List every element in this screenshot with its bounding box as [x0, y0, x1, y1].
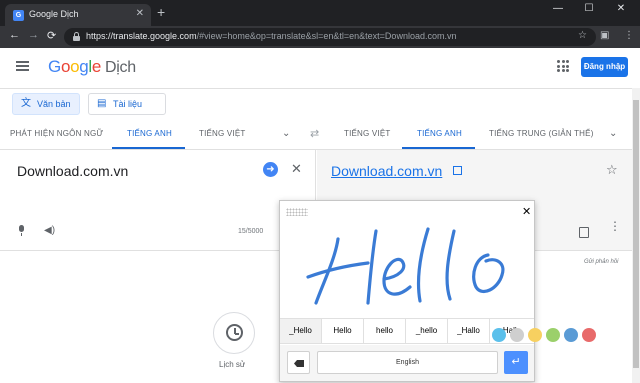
close-handwriting-icon[interactable]: ✕ [522, 205, 531, 218]
target-lang-chinese[interactable]: TIẾNG TRUNG (GIẢN THỂ) [489, 129, 594, 138]
reload-icon[interactable]: ⟳ [47, 29, 56, 42]
google-translate-logo[interactable]: Google Dịch [48, 57, 136, 77]
history-icon [226, 324, 243, 341]
character-counter: 15/5000 [238, 228, 264, 235]
maximize-icon[interactable]: ☐ [577, 3, 601, 14]
watermark-dot [510, 328, 524, 342]
source-lang-vietnamese[interactable]: TIẾNG VIỆT [199, 129, 245, 138]
history-button[interactable] [213, 312, 255, 354]
enter-icon[interactable]: ↵ [504, 351, 528, 374]
clear-source-icon[interactable]: ✕ [291, 161, 302, 177]
watermark-dot [492, 328, 506, 342]
send-feedback-link[interactable]: Gửi phản hồi [584, 259, 619, 265]
documents-mode-button[interactable]: ▤ Tài liệu [88, 93, 166, 115]
copy-translation-icon[interactable] [579, 227, 589, 238]
browser-toolbar: ← → ⟳ https://translate.google.com/#view… [0, 26, 640, 48]
source-text-input[interactable]: Download.com.vn [17, 163, 128, 179]
translate-arrow-icon[interactable]: ➜ [263, 162, 278, 177]
translation-output[interactable]: Download.com.vn [331, 163, 442, 179]
suggestion-item[interactable]: Hello [322, 319, 364, 343]
watermark-dot [564, 328, 578, 342]
watermark-dot [546, 328, 560, 342]
text-mode-label: Văn bản [37, 99, 71, 109]
open-link-icon[interactable] [453, 166, 462, 175]
target-lang-dropdown-chevron-icon[interactable]: ⌄ [609, 128, 617, 139]
target-lang-vietnamese[interactable]: TIẾNG VIỆT [344, 129, 390, 138]
header-divider [0, 88, 632, 89]
close-window-icon[interactable]: ✕ [609, 3, 633, 14]
more-options-icon[interactable]: ⋮ [609, 220, 621, 232]
microphone-icon[interactable] [17, 225, 25, 237]
listen-speaker-icon[interactable]: ◀) [44, 225, 55, 236]
source-text-panel: Download.com.vn ➜ ✕ ◀) 15/5000 [0, 150, 316, 250]
page-scrollbar-thumb[interactable] [633, 100, 639, 368]
drag-handle-icon[interactable] [286, 208, 308, 216]
extension-icon[interactable]: ▣ [600, 30, 609, 41]
text-mode-button[interactable]: 文 Văn bản [12, 93, 80, 115]
documents-mode-label: Tài liệu [113, 99, 143, 109]
document-icon: ▤ [97, 98, 107, 109]
minimize-icon[interactable]: — [546, 3, 570, 14]
watermark-dot [582, 328, 596, 342]
address-bar[interactable]: https://translate.google.com/#view=home&… [64, 28, 596, 46]
browser-menu-icon[interactable]: ⋮ [624, 30, 634, 41]
history-label: Lịch sử [219, 360, 246, 369]
hamburger-menu-icon[interactable] [16, 61, 29, 71]
target-lang-english[interactable]: TIẾNG ANH [417, 129, 462, 138]
tab-title: Google Dịch [29, 9, 79, 19]
space-language-button[interactable]: English [317, 351, 498, 374]
browser-tab-strip: G Google Dịch ✕ + — ☐ ✕ [0, 0, 640, 26]
forward-icon[interactable]: → [28, 29, 39, 41]
tab-close-icon[interactable]: ✕ [136, 8, 144, 19]
lock-icon [73, 32, 80, 41]
language-bar: PHÁT HIỆN NGÔN NGỮ TIẾNG ANH TIẾNG VIỆT … [0, 120, 632, 149]
source-lang-dropdown-chevron-icon[interactable]: ⌄ [282, 128, 290, 139]
save-translation-star-icon[interactable]: ☆ [606, 162, 618, 178]
sign-in-button[interactable]: Đăng nhập [581, 57, 628, 77]
back-icon[interactable]: ← [9, 29, 20, 41]
suggestion-item[interactable]: _hello [406, 319, 448, 343]
google-apps-icon[interactable] [557, 60, 569, 72]
handwriting-controls: English ↵ [280, 345, 534, 381]
suggestion-item[interactable]: hello [364, 319, 406, 343]
watermark-dot [528, 328, 542, 342]
source-lang-detect[interactable]: PHÁT HIỆN NGÔN NGỮ [10, 129, 103, 138]
suggestion-item[interactable]: _Hallo [448, 319, 490, 343]
browser-tab[interactable]: G Google Dịch ✕ [5, 4, 151, 26]
translate-icon: 文 [21, 98, 31, 109]
backspace-icon[interactable] [287, 351, 310, 374]
logo-product-name: Dịch [105, 59, 136, 76]
app-header: Google Dịch Đăng nhập [0, 48, 632, 88]
url-text: https://translate.google.com/#view=home&… [86, 31, 457, 41]
bookmark-star-icon[interactable]: ☆ [578, 30, 587, 41]
handwriting-input-pad: ✕ _Hello Hello hello _hello _Hallo Hallo… [279, 200, 535, 382]
new-tab-icon[interactable]: + [157, 5, 165, 19]
suggestion-item[interactable]: _Hello [280, 319, 322, 343]
swap-languages-icon[interactable]: ⇄ [310, 127, 319, 140]
google-translate-favicon-icon: G [13, 10, 24, 21]
source-lang-english[interactable]: TIẾNG ANH [127, 129, 172, 138]
handwriting-canvas[interactable] [280, 219, 534, 317]
